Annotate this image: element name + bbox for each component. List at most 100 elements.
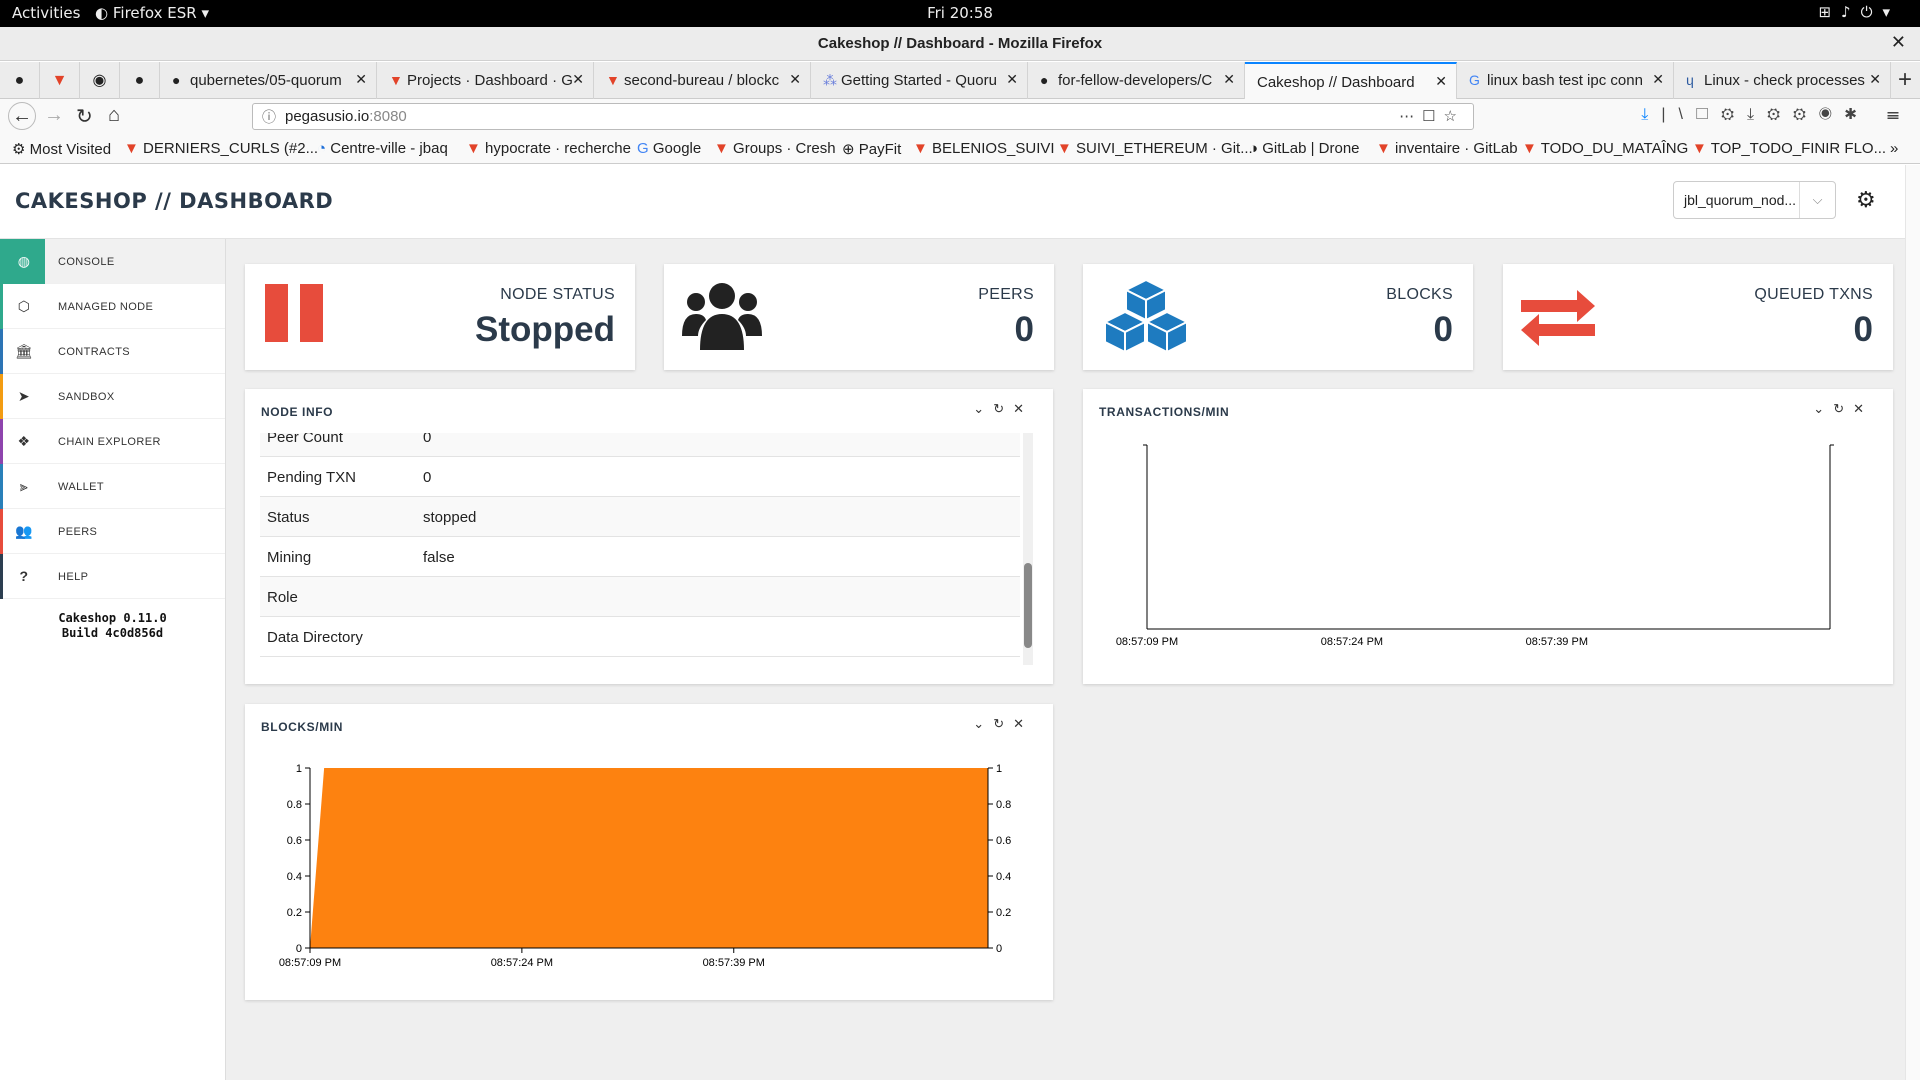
system-tray[interactable]: ⊞♪⏻▾ bbox=[1818, 3, 1900, 21]
sidebar-item-help[interactable]: ? HELP bbox=[0, 554, 225, 599]
bookmark-item[interactable]: ▼ hypocrate · recherche bbox=[466, 140, 631, 157]
paper-plane-icon: ➤ bbox=[0, 374, 45, 419]
tab[interactable]: ● for-fellow-developers/C ✕ bbox=[1028, 62, 1245, 99]
close-icon[interactable]: ✕ bbox=[1013, 401, 1033, 416]
bookmark-item[interactable]: ▼ Groups · Cresh bbox=[714, 140, 836, 157]
tab-active[interactable]: Cakeshop // Dashboard ✕ bbox=[1245, 62, 1457, 99]
close-tab-icon[interactable]: ✕ bbox=[789, 71, 801, 88]
collapse-icon[interactable]: ⌄ bbox=[973, 716, 993, 731]
sidebar-item-managed-node[interactable]: ⬡ MANAGED NODE bbox=[0, 284, 225, 329]
table-row: Status stopped bbox=[260, 497, 1020, 537]
node-info-table: Peer Count 0 Pending TXN 0 Status stopped M… bbox=[260, 433, 1020, 665]
refresh-icon[interactable]: ↻ bbox=[993, 401, 1013, 416]
close-tab-icon[interactable]: ✕ bbox=[1006, 71, 1018, 88]
bookmark-label: TODO_DU_MATAÎNG bbox=[1540, 140, 1689, 157]
peers-value: 0 bbox=[1014, 310, 1034, 349]
activities-button[interactable]: Activities bbox=[12, 4, 80, 22]
home-button[interactable]: ⌂ bbox=[108, 104, 120, 127]
node-info-panel: NODE INFO ⌄↻✕ Peer Count 0 Pending TXN 0 S… bbox=[245, 389, 1053, 684]
tab[interactable]: ▼ second-bureau / blockc ✕ bbox=[594, 62, 811, 99]
bookmark-item[interactable]: ▼ TOP_TODO_FINIR FLO... bbox=[1692, 140, 1886, 157]
back-button[interactable]: ← bbox=[8, 102, 36, 130]
url-port: :8080 bbox=[369, 108, 407, 125]
bookmark-item[interactable]: ▼ DERNIERS_CURLS (#2... bbox=[124, 140, 318, 157]
settings-gear-icon[interactable]: ⚙ bbox=[1856, 187, 1876, 213]
bookmark-item[interactable]: ◑ GitLab | Drone bbox=[1249, 140, 1360, 157]
scrollbar-thumb[interactable] bbox=[1024, 563, 1032, 648]
panel-controls: ⌄↻✕ bbox=[973, 401, 1033, 417]
node-info-scrollbar[interactable] bbox=[1023, 433, 1033, 665]
gitlab-icon: ▼ bbox=[466, 140, 481, 157]
close-tab-icon[interactable]: ✕ bbox=[1869, 71, 1881, 88]
node-select[interactable]: jbl_quorum_nod... ⌵ bbox=[1673, 181, 1836, 219]
tab[interactable]: ɥ Linux - check processes ✕ bbox=[1674, 62, 1891, 99]
pinned-tab-gitlab[interactable]: ▼ bbox=[40, 62, 80, 99]
sidebar-item-sandbox[interactable]: ➤ SANDBOX bbox=[0, 374, 225, 419]
collapse-icon[interactable]: ⌄ bbox=[1813, 401, 1833, 416]
url-bar[interactable]: ⓘ pegasusio.io:8080 ⋯☐☆ bbox=[252, 103, 1474, 130]
pinned-tab-github[interactable]: ● bbox=[0, 62, 40, 99]
gitlab-icon: ▼ bbox=[389, 72, 403, 88]
row-key: Status bbox=[267, 509, 310, 526]
desktop-top-bar: Activities ◐ Firefox ESR ▾ Fri 20:58 ⊞♪⏻… bbox=[0, 0, 1920, 27]
bookmark-label: SUIVI_ETHEREUM · Git... bbox=[1076, 140, 1253, 157]
bookmark-item[interactable]: ◔ Centre-ville - jbaq bbox=[317, 140, 448, 157]
page-scrollbar[interactable] bbox=[1905, 165, 1920, 1080]
close-tab-icon[interactable]: ✕ bbox=[1435, 73, 1447, 90]
close-tab-icon[interactable]: ✕ bbox=[1652, 71, 1664, 88]
sidebar-item-chain-explorer[interactable]: ❖ CHAIN EXPLORER bbox=[0, 419, 225, 464]
gitlab-icon: ▼ bbox=[1522, 140, 1537, 157]
version-info: Cakeshop 0.11.0 Build 4c0d856d bbox=[0, 611, 225, 641]
close-tab-icon[interactable]: ✕ bbox=[572, 71, 584, 88]
pinned-tab-app[interactable]: ◉ bbox=[80, 62, 120, 99]
close-icon[interactable]: ✕ bbox=[1013, 716, 1033, 731]
close-tab-icon[interactable]: ✕ bbox=[1223, 71, 1235, 88]
close-icon[interactable]: ✕ bbox=[1853, 401, 1873, 416]
collapse-icon[interactable]: ⌄ bbox=[973, 401, 993, 416]
page-actions[interactable]: ⋯☐☆ bbox=[1399, 107, 1465, 125]
new-tab-button[interactable]: + bbox=[1898, 66, 1912, 94]
app-menu[interactable]: ◐ Firefox ESR ▾ bbox=[95, 4, 209, 22]
refresh-icon[interactable]: ↻ bbox=[993, 716, 1013, 731]
tab[interactable]: ⁂ Getting Started - Quoru ✕ bbox=[811, 62, 1028, 99]
power-icon: ⏻ bbox=[1860, 3, 1883, 21]
sidebar-item-contracts[interactable]: 🏛 CONTRACTS bbox=[0, 329, 225, 374]
bookmark-item[interactable]: ▼ BELENIOS_SUIVI bbox=[913, 140, 1055, 157]
tab[interactable]: ● qubernetes/05-quorum ✕ bbox=[160, 62, 377, 99]
bookmark-item[interactable]: ⊕ PayFit bbox=[842, 140, 901, 158]
tab-label: Projects · Dashboard · G bbox=[407, 72, 573, 89]
node-status-label: NODE STATUS bbox=[500, 286, 615, 303]
question-icon: ? bbox=[0, 554, 45, 599]
tab-strip: ● ▼ ◉ ● ● qubernetes/05-quorum ✕ ▼ Projects… bbox=[0, 62, 1920, 99]
toolbar-icons[interactable]: ⤓|\☐⚙⤓⚙⚙◉✱ ☰ bbox=[1641, 106, 1912, 124]
y-tick-label-right: 0.4 bbox=[996, 871, 1011, 883]
reload-button[interactable]: ↻ bbox=[76, 104, 93, 129]
blocks-panel: BLOCKS/MIN ⌄↻✕ 0 0 0.2 0.2 0.4 0.4 0.6 0.6 0.8 0.… bbox=[245, 704, 1053, 1000]
tab[interactable]: ▼ Projects · Dashboard · G ✕ bbox=[377, 62, 594, 99]
close-window-icon[interactable]: ✕ bbox=[1891, 32, 1906, 53]
refresh-icon[interactable]: ↻ bbox=[1833, 401, 1853, 416]
sidebar-item-wallet[interactable]: ⫸ WALLET bbox=[0, 464, 225, 509]
close-tab-icon[interactable]: ✕ bbox=[355, 71, 367, 88]
sidebar-item-console[interactable]: ◍ CONSOLE bbox=[0, 239, 225, 284]
bookmark-item[interactable]: ▼ inventaire · GitLab bbox=[1376, 140, 1518, 157]
download-icon[interactable]: ⤓ bbox=[1641, 106, 1661, 123]
bookmarks-overflow-icon[interactable]: » bbox=[1890, 140, 1898, 157]
bookmark-item[interactable]: ▼ TODO_DU_MATAÎNG bbox=[1522, 140, 1688, 157]
bookmark-item[interactable]: G Google bbox=[637, 140, 701, 157]
pinned-tab-github-2[interactable]: ● bbox=[120, 62, 160, 99]
blocks-card: BLOCKS 0 bbox=[1083, 264, 1473, 370]
clock[interactable]: Fri 20:58 bbox=[0, 4, 1920, 22]
transactions-chart: 08:57:09 PM 08:57:24 PM 08:57:39 PM bbox=[1116, 444, 1834, 648]
sidebar-item-peers[interactable]: 👥 PEERS bbox=[0, 509, 225, 554]
bookmark-label: hypocrate · recherche bbox=[485, 140, 631, 157]
tab[interactable]: Glinux bash test ipc conn ✕ bbox=[1457, 62, 1674, 99]
app-menu-label: Firefox ESR bbox=[112, 4, 197, 22]
blocks-area-series bbox=[310, 768, 988, 948]
forward-button[interactable]: → bbox=[44, 104, 64, 127]
circle-icon: ◉ bbox=[92, 72, 107, 89]
bookmark-item[interactable]: ▼ SUIVI_ETHEREUM · Git... bbox=[1057, 140, 1253, 157]
bookmark-item[interactable]: ⚙ Most Visited bbox=[12, 140, 111, 158]
cubes-icon: ❖ bbox=[0, 419, 45, 464]
wallet-icon: ⫸ bbox=[0, 464, 45, 509]
